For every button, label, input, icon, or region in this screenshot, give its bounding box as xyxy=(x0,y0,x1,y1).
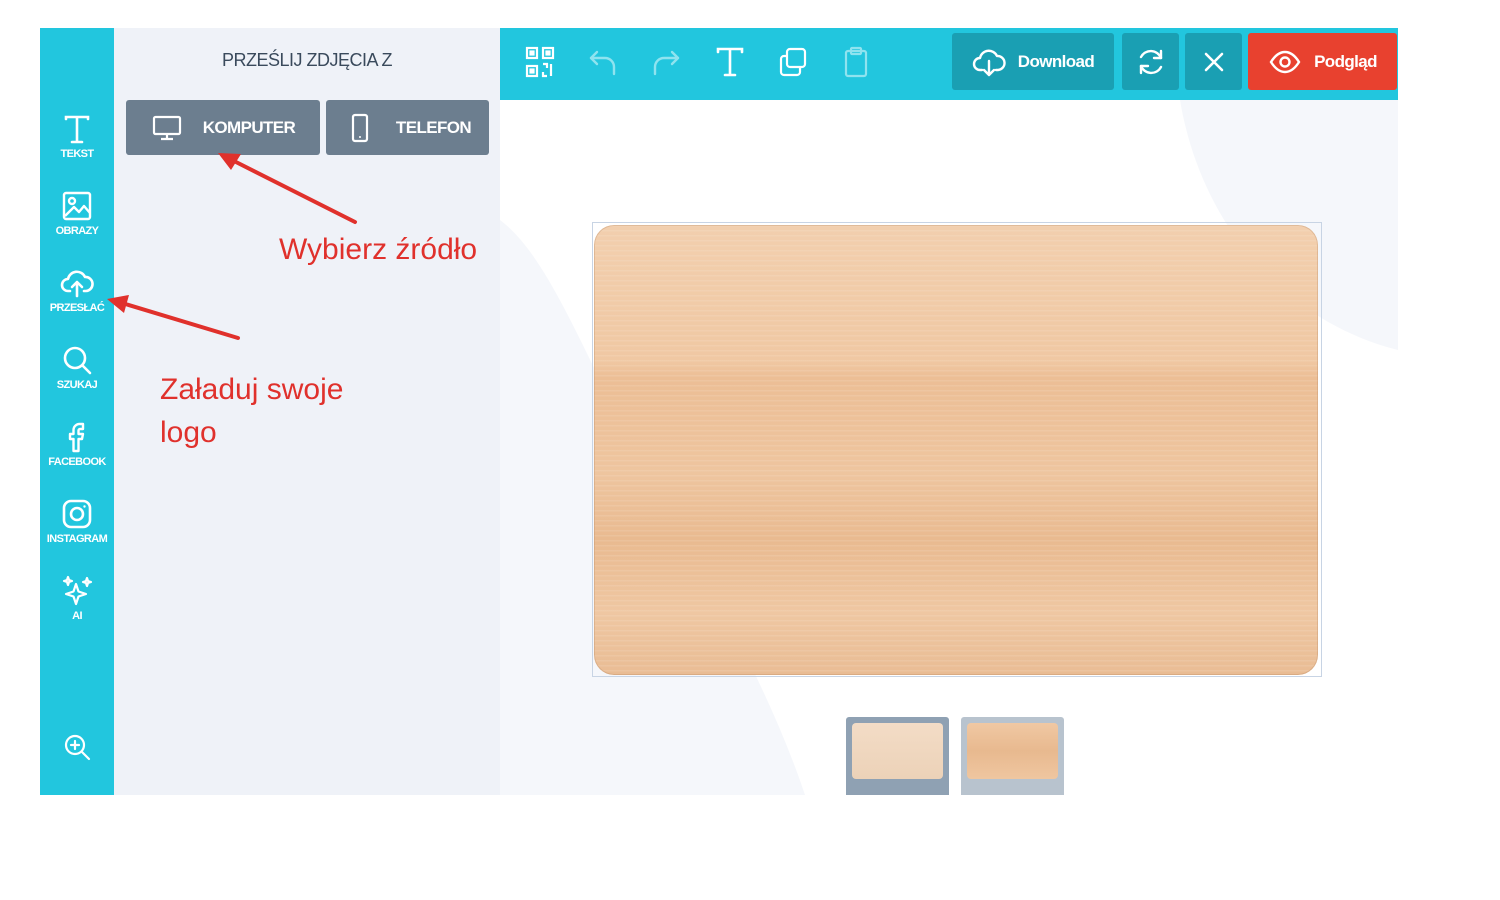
annotation-arrows xyxy=(107,153,357,340)
annotation-upload-logo-line1: Załaduj swoje xyxy=(160,373,344,406)
annotation-upload-logo-line2: logo xyxy=(160,416,217,449)
arrow-head-upload xyxy=(107,295,129,313)
arrow-to-computer-button xyxy=(230,158,357,224)
arrow-to-upload-tab xyxy=(120,301,240,340)
annotation-choose-source: Wybierz źródło xyxy=(279,233,478,266)
